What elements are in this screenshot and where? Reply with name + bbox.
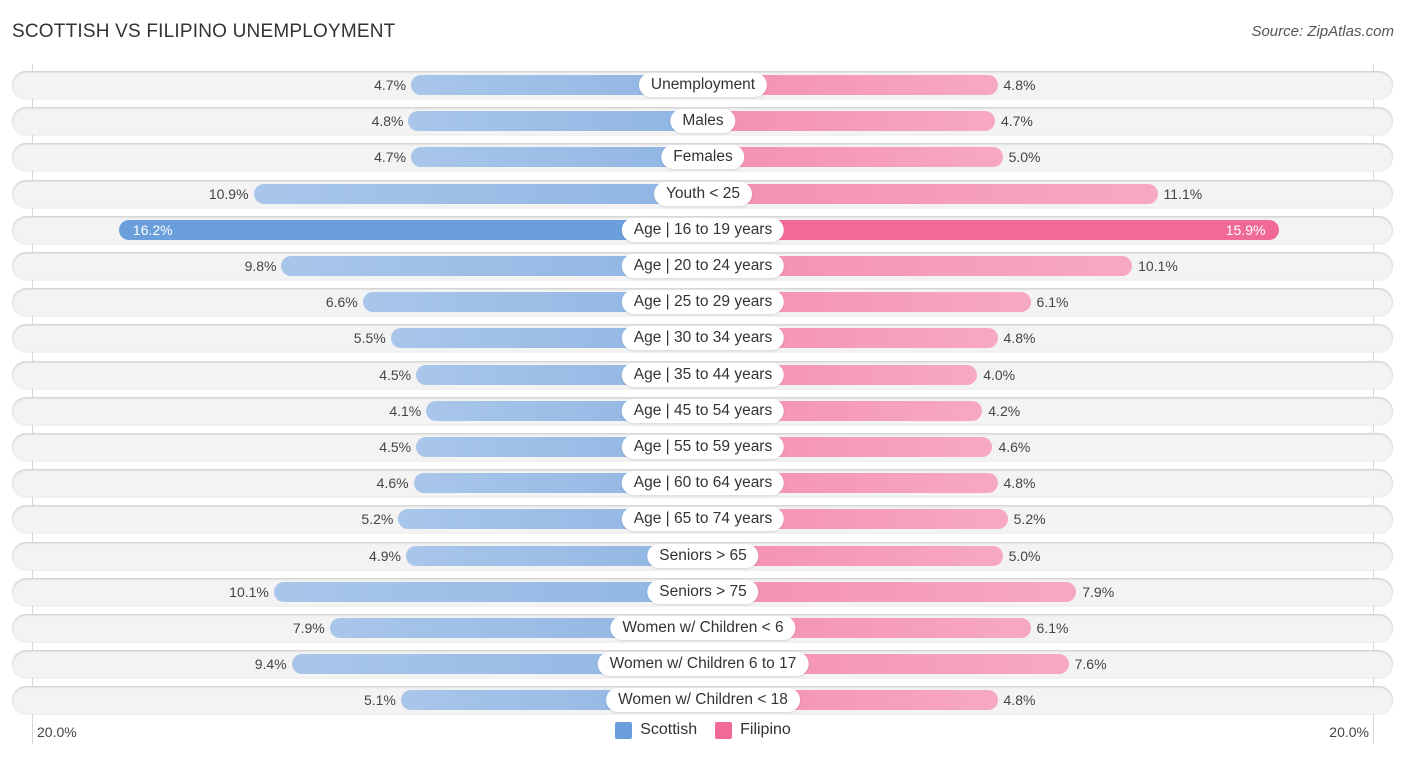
value-label-scottish: 9.8% [244,258,277,274]
category-label: Seniors > 75 [647,579,759,604]
value-label-scottish: 5.1% [363,692,396,709]
value-label-filipino: 4.8% [1003,692,1036,709]
category-label: Age | 65 to 74 years [621,507,785,532]
category-label: Females [661,145,745,170]
bar-scottish[interactable] [118,219,703,240]
value-label-filipino: 4.2% [988,402,1021,419]
value-label-scottish: 6.6% [325,294,358,311]
bar-scottish[interactable] [408,111,703,132]
value-label-filipino: 4.8% [1003,475,1036,492]
bar-scottish[interactable] [253,183,703,204]
bar-filipino[interactable] [703,219,1280,240]
bar-filipino[interactable] [703,111,995,132]
bar-filipino[interactable] [703,147,1003,168]
value-label-scottish: 10.1% [229,583,269,600]
category-label: Age | 45 to 54 years [621,398,785,423]
legend-item-filipino[interactable]: Filipino [715,721,791,739]
legend-label-scottish: Scottish [640,721,698,738]
value-label-filipino: 4.8% [1003,330,1036,347]
bar-scottish[interactable] [273,581,703,602]
category-label: Age | 35 to 44 years [621,362,785,387]
value-label-filipino: 5.0% [1008,547,1041,564]
legend: Scottish Filipino [0,721,1406,739]
category-label: Seniors > 65 [647,543,759,568]
value-label-filipino: 11.1% [1163,185,1203,202]
category-label: Age | 55 to 59 years [621,435,785,459]
value-label-scottish: 7.9% [292,620,325,636]
value-label-scottish: 16.2% [132,221,173,238]
value-label-scottish: 10.9% [208,185,249,202]
value-label-filipino: 4.8% [1003,77,1036,93]
value-label-scottish: 5.5% [353,330,386,347]
value-label-filipino: 15.9% [1225,221,1266,238]
category-label: Women w/ Children 6 to 17 [597,652,809,677]
value-label-filipino: 5.2% [1013,511,1046,528]
category-label: Age | 25 to 29 years [621,290,785,315]
value-label-scottish: 4.8% [371,113,404,130]
category-label: Women w/ Children < 18 [606,688,800,713]
category-label: Youth < 25 [654,181,752,206]
value-label-filipino: 6.1% [1036,294,1069,311]
value-label-scottish: 9.4% [254,656,287,673]
category-label: Age | 30 to 34 years [621,326,785,351]
value-label-scottish: 4.5% [379,366,412,383]
value-label-scottish: 5.2% [361,511,394,528]
chart-area: Unemployment 4.7% 4.8% Males 4.8% 4.7% Females… [0,0,1406,757]
category-label: Age | 16 to 19 years [621,217,785,242]
value-label-scottish: 4.9% [369,547,401,564]
bar-filipino[interactable] [703,581,1077,602]
value-label-filipino: 4.0% [983,366,1016,383]
value-label-filipino: 5.0% [1008,149,1041,166]
legend-label-filipino: Filipino [740,721,791,738]
bar-filipino[interactable] [703,183,1158,204]
value-label-scottish: 4.6% [376,475,409,492]
category-label: Males [670,109,736,134]
value-label-scottish: 4.7% [374,149,407,166]
value-label-scottish: 4.7% [374,77,407,93]
value-label-scottish: 4.5% [379,439,412,455]
value-label-filipino: 4.6% [998,439,1031,455]
value-label-filipino: 7.9% [1082,583,1115,600]
legend-swatch-scottish [615,721,633,739]
category-label: Unemployment [638,73,768,97]
category-label: Age | 60 to 64 years [621,471,785,496]
legend-item-scottish[interactable]: Scottish [615,721,697,739]
value-label-scottish: 4.1% [389,402,422,419]
category-label: Age | 20 to 24 years [621,254,785,278]
value-label-filipino: 6.1% [1036,620,1069,636]
value-label-filipino: 10.1% [1138,258,1178,274]
legend-swatch-filipino [715,721,733,739]
value-label-filipino: 7.6% [1074,656,1107,673]
category-label: Women w/ Children < 6 [610,616,796,640]
value-label-filipino: 4.7% [1000,113,1033,130]
bar-scottish[interactable] [411,147,703,168]
